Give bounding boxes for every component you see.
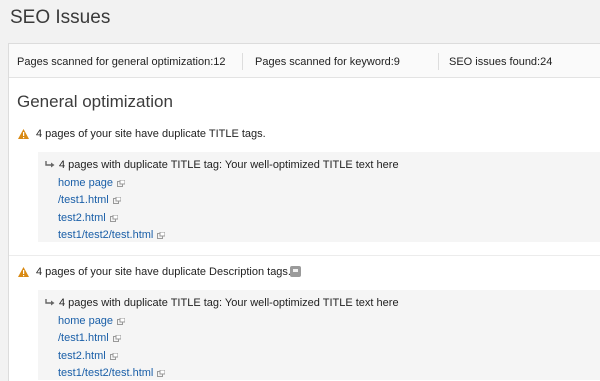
external-link-icon[interactable] [109,352,118,360]
issue-detail-box: 4 pages with duplicate TITLE tag: Your w… [38,290,600,380]
external-link-icon[interactable] [117,317,126,325]
issue-detail-text: 4 pages with duplicate TITLE tag: Your w… [59,297,399,309]
warning-icon [18,267,29,277]
external-link-icon[interactable] [112,196,121,204]
issue-divider [9,255,600,256]
page-link[interactable]: test1/test2/test.html [58,229,153,241]
external-link-icon[interactable] [112,334,121,342]
page-link[interactable]: home page [58,177,113,189]
stats-bar: Pages scanned for general optimization:1… [9,44,600,78]
page-title: SEO Issues [10,7,111,28]
page-link-row: home page [58,177,126,189]
page-link-row: /test1.html [58,194,121,206]
page-link-row: home page [58,315,126,327]
issue-header: 4 pages of your site have duplicate TITL… [9,120,600,146]
external-link-icon[interactable] [117,179,126,187]
stat-keyword-pages: Pages scanned for keyword:9 [255,56,400,68]
issue-item: 4 pages of your site have duplicate Desc… [9,258,600,381]
seo-panel: Pages scanned for general optimization:1… [8,43,600,381]
page-link-row: test2.html [58,212,118,224]
external-link-icon[interactable] [157,369,166,377]
page-link[interactable]: test1/test2/test.html [58,367,153,379]
issue-header: 4 pages of your site have duplicate Desc… [9,258,600,284]
sub-arrow-icon [45,299,55,306]
section-title: General optimization [17,92,173,111]
page-link-row: test2.html [58,350,118,362]
page-link[interactable]: /test1.html [58,332,109,344]
issue-text: 4 pages of your site have duplicate Desc… [36,266,291,278]
sub-arrow-icon [45,161,55,168]
page-link[interactable]: /test1.html [58,194,109,206]
page-link[interactable]: test2.html [58,350,106,362]
external-link-icon[interactable] [157,231,166,239]
stat-divider [438,53,439,70]
page-link-row: /test1.html [58,332,121,344]
warning-icon [18,129,29,139]
issue-detail-text: 4 pages with duplicate TITLE tag: Your w… [59,159,399,171]
stat-issues-found: SEO issues found:24 [449,56,553,68]
issue-item: 4 pages of your site have duplicate TITL… [9,120,600,250]
external-link-icon[interactable] [109,214,118,222]
stat-general-pages: Pages scanned for general optimization:1… [17,56,226,68]
help-icon[interactable] [290,266,301,277]
issue-detail-box: 4 pages with duplicate TITLE tag: Your w… [38,152,600,242]
issue-text: 4 pages of your site have duplicate TITL… [36,128,266,140]
page-link[interactable]: test2.html [58,212,106,224]
issue-detail: 4 pages with duplicate TITLE tag: Your w… [45,159,399,171]
stat-divider [242,53,243,70]
page-link-row: test1/test2/test.html [58,367,166,379]
issue-detail: 4 pages with duplicate TITLE tag: Your w… [45,297,399,309]
page-link[interactable]: home page [58,315,113,327]
page-link-row: test1/test2/test.html [58,229,166,241]
